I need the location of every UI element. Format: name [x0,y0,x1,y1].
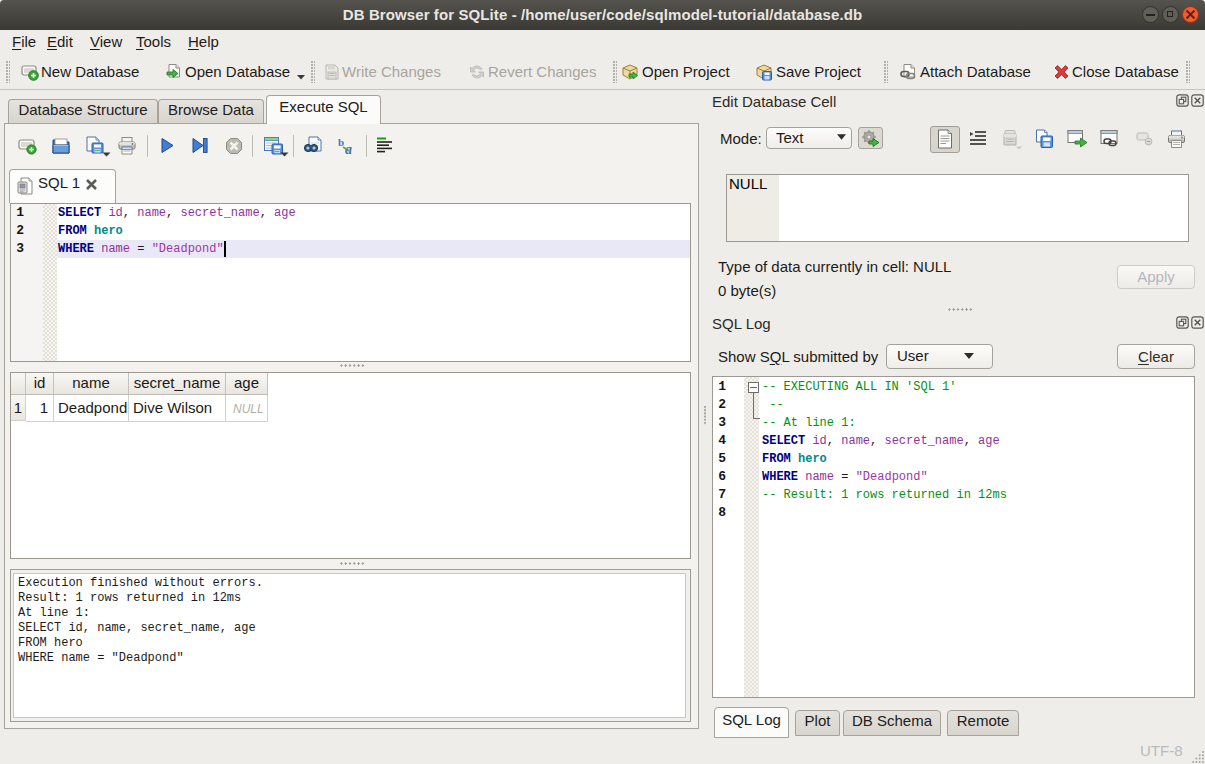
svg-text:b: b [338,136,344,148]
